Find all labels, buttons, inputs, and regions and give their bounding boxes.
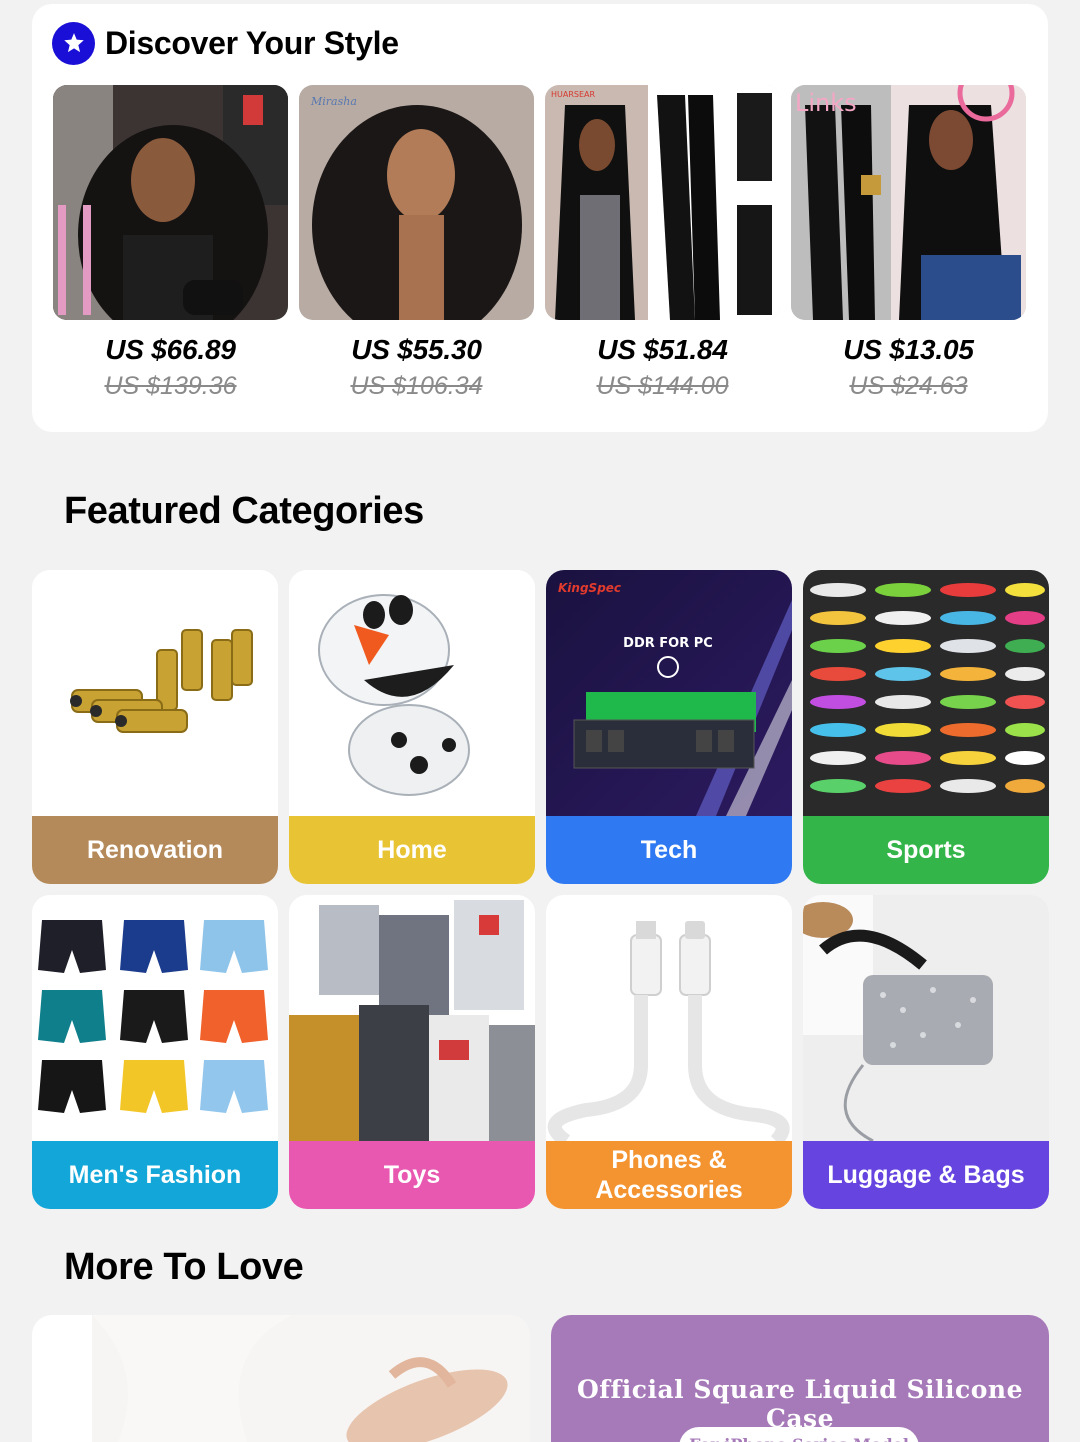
product-price: US $13.05	[843, 334, 974, 365]
svg-text:Links: Links	[795, 89, 857, 117]
home-image	[289, 570, 535, 816]
renovation-image	[32, 570, 278, 816]
category-label: Men's Fashion	[32, 1141, 278, 1209]
more-to-love-card-sandals[interactable]	[32, 1315, 530, 1442]
toys-image	[289, 895, 535, 1141]
kingspec-logo: KingSpec	[558, 581, 621, 595]
product-row: US $66.89 US $139.36 Mirasha US $55.30 U…	[53, 85, 1027, 405]
category-label: Home	[289, 816, 535, 884]
category-toys[interactable]: Toys	[289, 895, 535, 1209]
product-card[interactable]: HUARSEAR US $51.84 US $144.00	[545, 85, 780, 401]
tech-image: KingSpec DDR FOR PC	[546, 570, 792, 816]
product-card[interactable]: Links US $13.05 US $24.63	[791, 85, 1026, 401]
category-luggage-bags[interactable]: Luggage & Bags	[803, 895, 1049, 1209]
category-label: Phones & Accessories	[546, 1141, 792, 1209]
more-to-love-card-phone-case[interactable]: Official Square Liquid Silicone Case For…	[551, 1315, 1049, 1442]
product-card[interactable]: Mirasha US $55.30 US $106.34	[299, 85, 534, 401]
discover-title: Discover Your Style	[105, 25, 399, 61]
mens-fashion-image	[32, 895, 278, 1141]
featured-categories-title: Featured Categories	[64, 490, 424, 532]
tech-banner-text: DDR FOR PC	[623, 636, 713, 651]
phone-case-banner-text: Official Square Liquid Silicone Case	[576, 1375, 1024, 1433]
curly-lace-wig-photo[interactable]	[53, 85, 288, 320]
sandals-image	[32, 1315, 530, 1442]
product-original-price: US $24.63	[849, 372, 968, 400]
product-price: US $55.30	[351, 334, 482, 365]
category-mens-fashion[interactable]: Men's Fashion	[32, 895, 278, 1209]
category-sports[interactable]: Sports	[803, 570, 1049, 884]
product-card[interactable]: US $66.89 US $139.36	[53, 85, 288, 401]
discover-header: Discover Your Style	[52, 22, 399, 65]
product-original-price: US $139.36	[104, 372, 237, 400]
category-home[interactable]: Home	[289, 570, 535, 884]
straight-wig-photo[interactable]: Links	[791, 85, 1026, 320]
star-icon	[52, 22, 95, 65]
straight-hair-bundles-photo[interactable]: HUARSEAR	[545, 85, 780, 320]
category-tech[interactable]: KingSpec DDR FOR PC Tech	[546, 570, 792, 884]
svg-text:Mirasha: Mirasha	[310, 95, 357, 108]
product-original-price: US $106.34	[350, 372, 483, 400]
category-label: Toys	[289, 1141, 535, 1209]
svg-text:HUARSEAR: HUARSEAR	[551, 90, 596, 99]
sports-image	[803, 570, 1049, 816]
category-label: Renovation	[32, 816, 278, 884]
category-label: Tech	[546, 816, 792, 884]
category-renovation[interactable]: Renovation	[32, 570, 278, 884]
discover-card: Discover Your Style US $66.89 US $139.36…	[32, 4, 1048, 432]
product-price: US $51.84	[597, 334, 728, 365]
category-label: Luggage & Bags	[803, 1141, 1049, 1209]
product-original-price: US $144.00	[596, 372, 729, 400]
phones-accessories-image	[546, 895, 792, 1141]
luggage-bags-image	[803, 895, 1049, 1141]
deep-wave-wig-photo[interactable]: Mirasha	[299, 85, 534, 320]
more-to-love-title: More To Love	[64, 1246, 304, 1288]
phone-case-banner-pill: For iPhone Series Model	[679, 1427, 919, 1442]
category-phones-accessories[interactable]: Phones & Accessories	[546, 895, 792, 1209]
product-price: US $66.89	[105, 334, 236, 365]
category-label: Sports	[803, 816, 1049, 884]
